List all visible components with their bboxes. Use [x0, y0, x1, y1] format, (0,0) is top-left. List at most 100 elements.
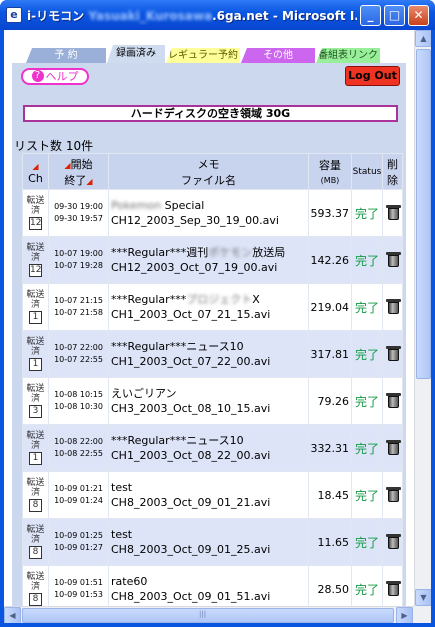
help-icon: ? — [31, 70, 44, 82]
size-cell: 18.45 — [308, 471, 352, 519]
channel-badge: 12 — [29, 264, 42, 277]
horizontal-scrollbar[interactable]: ◀ ||| ▶ — [4, 606, 414, 623]
window-bottom-frame — [0, 623, 435, 627]
size-cell: 11.65 — [308, 518, 352, 566]
channel-badge: 1 — [29, 311, 42, 324]
channel-badge: 1 — [29, 452, 42, 465]
trash-icon — [385, 297, 401, 315]
time-cell: 10-09 01:21 10-09 01:24 — [48, 471, 109, 519]
time-cell: 10-09 01:25 10-09 01:27 — [48, 518, 109, 566]
table-row: 転送済 3 10-08 10:15 10-08 10:30 えいごリアン CH3_20… — [22, 377, 403, 425]
file-name[interactable]: CH12_2003_Oct_07_19_00.avi — [111, 261, 277, 274]
delete-button[interactable] — [382, 377, 403, 425]
scroll-up-button[interactable]: ▲ — [415, 30, 431, 47]
memo-cell[interactable]: test CH8_2003_Oct_09_01_25.avi — [108, 518, 309, 566]
delete-button[interactable] — [382, 471, 403, 519]
file-name[interactable]: CH8_2003_Oct_09_01_21.avi — [111, 496, 270, 509]
recorded-list-table: ◢ Ch ◢開始 終了◢ メモ ファイル名 容量 (MB) Status 削除 転送済 1… — [22, 153, 403, 613]
column-header-delete: 削除 — [382, 153, 403, 190]
delete-button[interactable] — [382, 283, 403, 331]
time-cell: 10-07 21:15 10-07 21:58 — [48, 283, 109, 331]
scroll-corner — [414, 606, 431, 623]
logout-button[interactable]: Log Out — [345, 66, 400, 86]
file-name[interactable]: CH1_2003_Oct_07_22_00.avi — [111, 355, 270, 368]
horizontal-scroll-thumb[interactable]: ||| — [22, 608, 394, 623]
file-name[interactable]: CH1_2003_Oct_08_22_00.avi — [111, 449, 270, 462]
file-name[interactable]: CH12_2003_Sep_30_19_00.avi — [111, 214, 279, 227]
file-name[interactable]: CH8_2003_Oct_09_01_25.avi — [111, 543, 270, 556]
tab-bar: 予 約 録画済み レギュラー予約 その他 番組表リンク — [4, 45, 431, 63]
tab-reservations[interactable]: 予 約 — [26, 48, 106, 63]
status-cell: 完了 — [351, 189, 383, 237]
memo-cell[interactable]: Pokemon Special CH12_2003_Sep_30_19_00.av… — [108, 189, 309, 237]
scroll-left-button[interactable]: ◀ — [4, 607, 21, 623]
size-cell: 332.31 — [308, 424, 352, 472]
column-header-memo: メモ ファイル名 — [108, 153, 309, 190]
scroll-down-icon: ▼ — [420, 593, 427, 602]
tab-recorded[interactable]: 録画済み — [107, 45, 165, 63]
memo-cell[interactable]: ***Regular***ニュース10 CH1_2003_Oct_07_22_00… — [108, 330, 309, 378]
memo-cell[interactable]: test CH8_2003_Oct_09_01_21.avi — [108, 471, 309, 519]
delete-button[interactable] — [382, 236, 403, 284]
help-label: ヘルプ — [45, 70, 79, 83]
memo-cell[interactable]: ***Regular***プロジェクトX CH1_2003_Oct_07_21_1… — [108, 283, 309, 331]
column-header-time[interactable]: ◢開始 終了◢ — [48, 153, 109, 190]
file-name[interactable]: CH1_2003_Oct_07_21_15.avi — [111, 308, 270, 321]
status-cell: 完了 — [351, 330, 383, 378]
list-count: リスト数 10件 — [14, 139, 94, 153]
tab-program-guide-link[interactable]: 番組表リンク — [316, 48, 380, 63]
file-name[interactable]: CH8_2003_Oct_09_01_51.avi — [111, 590, 270, 603]
time-cell: 10-08 10:15 10-08 10:30 — [48, 377, 109, 425]
delete-button[interactable] — [382, 518, 403, 566]
time-cell: 09-30 19:00 09-30 19:57 — [48, 189, 109, 237]
channel-cell: 転送済 1 — [22, 424, 49, 472]
status-cell: 完了 — [351, 236, 383, 284]
trash-icon — [385, 344, 401, 362]
scroll-down-button[interactable]: ▼ — [415, 589, 431, 606]
disk-space-banner: ハードディスクの空き領域 30G — [23, 105, 398, 122]
vertical-scrollbar[interactable]: ▲ ▼ — [414, 30, 431, 606]
tab-regular-reservations[interactable]: レギュラー予約 — [166, 48, 240, 63]
channel-badge: 8 — [29, 499, 42, 512]
scroll-right-button[interactable]: ▶ — [396, 607, 413, 623]
trash-icon — [385, 203, 401, 221]
tab-other[interactable]: その他 — [241, 48, 315, 63]
column-header-ch[interactable]: ◢ Ch — [22, 153, 49, 190]
close-button[interactable]: ✕ — [408, 5, 429, 26]
channel-cell: 転送済 1 — [22, 330, 49, 378]
size-cell: 142.26 — [308, 236, 352, 284]
column-header-status: Status — [351, 153, 383, 190]
status-cell: 完了 — [351, 424, 383, 472]
time-cell: 10-08 22:00 10-08 22:55 — [48, 424, 109, 472]
channel-cell: 転送済 12 — [22, 189, 49, 237]
delete-button[interactable] — [382, 330, 403, 378]
time-cell: 10-07 19:00 10-07 19:28 — [48, 236, 109, 284]
status-cell: 完了 — [351, 471, 383, 519]
status-cell: 完了 — [351, 518, 383, 566]
title-bar[interactable]: e i-リモコン Yasuaki_Kurosawa.6ga.net - Micr… — [0, 0, 435, 30]
page-viewport: 予 約 録画済み レギュラー予約 その他 番組表リンク ? ヘルプ Log Out… — [4, 30, 431, 623]
trash-icon — [385, 438, 401, 456]
channel-cell: 転送済 1 — [22, 283, 49, 331]
status-cell: 完了 — [351, 283, 383, 331]
table-row: 転送済 12 10-07 19:00 10-07 19:28 ***Regular*… — [22, 236, 403, 284]
memo-cell[interactable]: ***Regular***週刊ポケモン放送局 CH12_2003_Oct_07_1… — [108, 236, 309, 284]
size-cell: 79.26 — [308, 377, 352, 425]
memo-cell[interactable]: ***Regular***ニュース10 CH1_2003_Oct_08_22_00… — [108, 424, 309, 472]
delete-button[interactable] — [382, 189, 403, 237]
help-button[interactable]: ? ヘルプ — [21, 68, 89, 85]
memo-cell[interactable]: えいごリアン CH3_2003_Oct_08_10_15.avi — [108, 377, 309, 425]
minimize-button[interactable]: _ — [360, 5, 381, 26]
sort-arrow-icon: ◢ — [32, 161, 39, 171]
delete-button[interactable] — [382, 424, 403, 472]
channel-badge: 8 — [29, 546, 42, 559]
maximize-button[interactable]: □ — [384, 5, 405, 26]
scroll-up-icon: ▲ — [420, 34, 427, 43]
sort-arrow-icon: ◢ — [86, 176, 93, 186]
channel-cell: 転送済 8 — [22, 471, 49, 519]
vertical-scroll-thumb[interactable] — [416, 49, 431, 379]
size-cell: 219.04 — [308, 283, 352, 331]
channel-cell: 転送済 12 — [22, 236, 49, 284]
file-name[interactable]: CH3_2003_Oct_08_10_15.avi — [111, 402, 270, 415]
table-row: 転送済 1 10-08 22:00 10-08 22:55 ***Regular**… — [22, 424, 403, 472]
